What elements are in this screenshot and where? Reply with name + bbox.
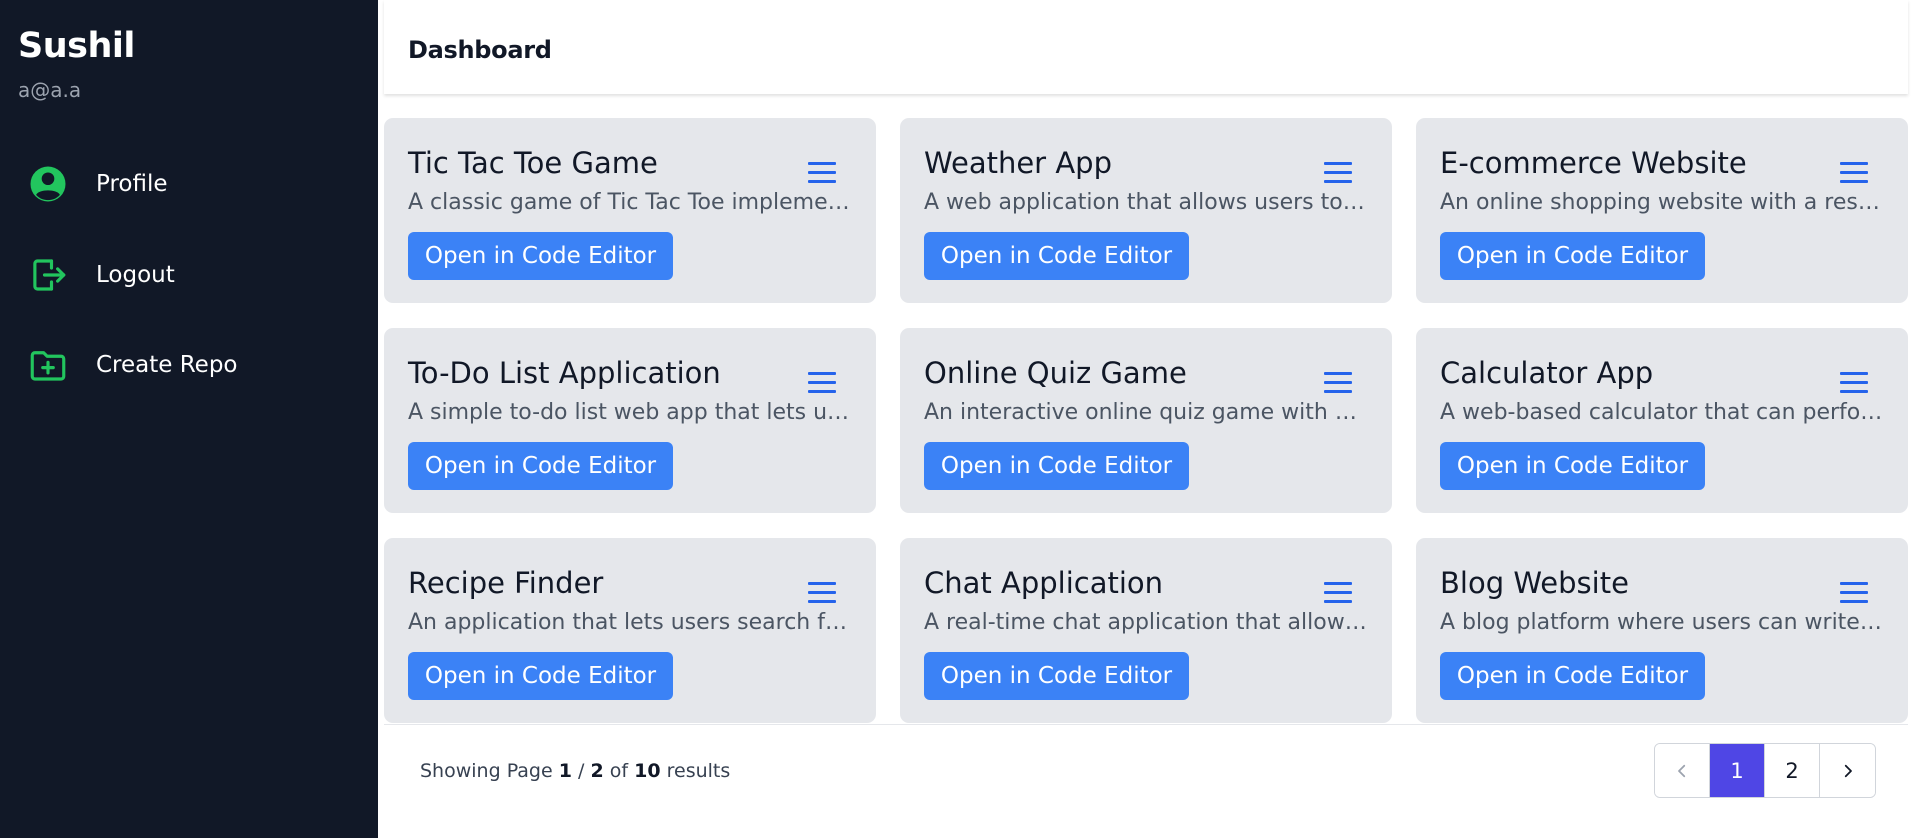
user-email: a@a.a [18, 78, 82, 102]
repo-card: Chat Application A real-time chat applic… [900, 538, 1392, 723]
card-title: Tic Tac Toe Game [408, 146, 658, 180]
card-description: An application that lets users search fo… [408, 610, 854, 635]
card-title: Weather App [924, 146, 1112, 180]
menu-icon[interactable] [1322, 368, 1354, 396]
open-in-code-editor-button[interactable]: Open in Code Editor [924, 652, 1189, 700]
card-description: An online shopping website with a respon… [1440, 190, 1886, 215]
page-button-1[interactable]: 1 [1710, 744, 1765, 797]
card-title: Blog Website [1440, 566, 1629, 600]
card-description: A web application that allows users to c… [924, 190, 1370, 215]
logout-icon [26, 253, 70, 297]
current-page-number: 1 [558, 760, 572, 782]
card-title: Chat Application [924, 566, 1164, 600]
repo-card: Calculator App A web-based calculator th… [1416, 328, 1908, 513]
profile-icon [26, 162, 70, 206]
card-description: A blog platform where users can write an… [1440, 610, 1886, 635]
open-in-code-editor-button[interactable]: Open in Code Editor [924, 442, 1189, 490]
sidebar: Sushil a@a.a Profile Logout Create Repo [0, 0, 378, 838]
open-in-code-editor-button[interactable]: Open in Code Editor [1440, 442, 1705, 490]
card-title: Calculator App [1440, 356, 1654, 390]
menu-icon[interactable] [1838, 158, 1870, 186]
next-page-button[interactable] [1820, 744, 1875, 797]
open-in-code-editor-button[interactable]: Open in Code Editor [408, 232, 673, 280]
open-in-code-editor-button[interactable]: Open in Code Editor [924, 232, 1189, 280]
results-prefix: Showing Page [420, 760, 553, 782]
user-name: Sushil [18, 26, 135, 66]
sidebar-item-create-repo[interactable]: Create Repo [26, 340, 356, 390]
sidebar-item-label: Profile [96, 171, 168, 197]
sidebar-item-logout[interactable]: Logout [26, 250, 356, 300]
card-title: Online Quiz Game [924, 356, 1187, 390]
repo-card: Recipe Finder An application that lets u… [384, 538, 876, 723]
card-title: E-commerce Website [1440, 146, 1747, 180]
card-description: A real-time chat application that allows… [924, 610, 1370, 635]
menu-icon[interactable] [1838, 578, 1870, 606]
repo-card: E-commerce Website An online shopping we… [1416, 118, 1908, 303]
repo-card: To-Do List Application A simple to-do li… [384, 328, 876, 513]
sidebar-item-profile[interactable]: Profile [26, 159, 356, 209]
menu-icon[interactable] [806, 368, 838, 396]
sidebar-item-label: Create Repo [96, 352, 238, 378]
open-in-code-editor-button[interactable]: Open in Code Editor [1440, 232, 1705, 280]
page-button-2[interactable]: 2 [1765, 744, 1820, 797]
menu-icon[interactable] [1322, 158, 1354, 186]
card-description: A classic game of Tic Tac Toe implemente… [408, 190, 854, 215]
repo-card: Weather App A web application that allow… [900, 118, 1392, 303]
total-results-number: 10 [634, 760, 661, 782]
total-pages-number: 2 [590, 760, 604, 782]
results-of: of [609, 760, 629, 782]
card-title: Recipe Finder [408, 566, 604, 600]
repo-card: Online Quiz Game An interactive online q… [900, 328, 1392, 513]
repo-card: Tic Tac Toe Game A classic game of Tic T… [384, 118, 876, 303]
menu-icon[interactable] [806, 158, 838, 186]
page-separator: / [578, 760, 585, 782]
card-description: An interactive online quiz game with mul… [924, 400, 1370, 425]
chevron-left-icon [1678, 764, 1686, 777]
card-title: To-Do List Application [408, 356, 721, 390]
divider [384, 724, 1908, 725]
results-summary: Showing Page 1 / 2 of 10 results [420, 760, 730, 782]
page-header: Dashboard [384, 0, 1908, 94]
results-suffix: results [666, 760, 731, 782]
open-in-code-editor-button[interactable]: Open in Code Editor [1440, 652, 1705, 700]
menu-icon[interactable] [806, 578, 838, 606]
sidebar-item-label: Logout [96, 262, 175, 288]
card-description: A simple to-do list web app that lets us… [408, 400, 854, 425]
chevron-right-icon [1844, 764, 1852, 777]
folder-plus-icon [26, 343, 70, 387]
repo-card: Blog Website A blog platform where users… [1416, 538, 1908, 723]
previous-page-button[interactable] [1655, 744, 1710, 797]
card-description: A web-based calculator that can perform [1440, 400, 1886, 425]
page-title: Dashboard [408, 36, 552, 64]
menu-icon[interactable] [1322, 578, 1354, 606]
open-in-code-editor-button[interactable]: Open in Code Editor [408, 652, 673, 700]
menu-icon[interactable] [1838, 368, 1870, 396]
pagination: 1 2 [1654, 743, 1876, 798]
open-in-code-editor-button[interactable]: Open in Code Editor [408, 442, 673, 490]
